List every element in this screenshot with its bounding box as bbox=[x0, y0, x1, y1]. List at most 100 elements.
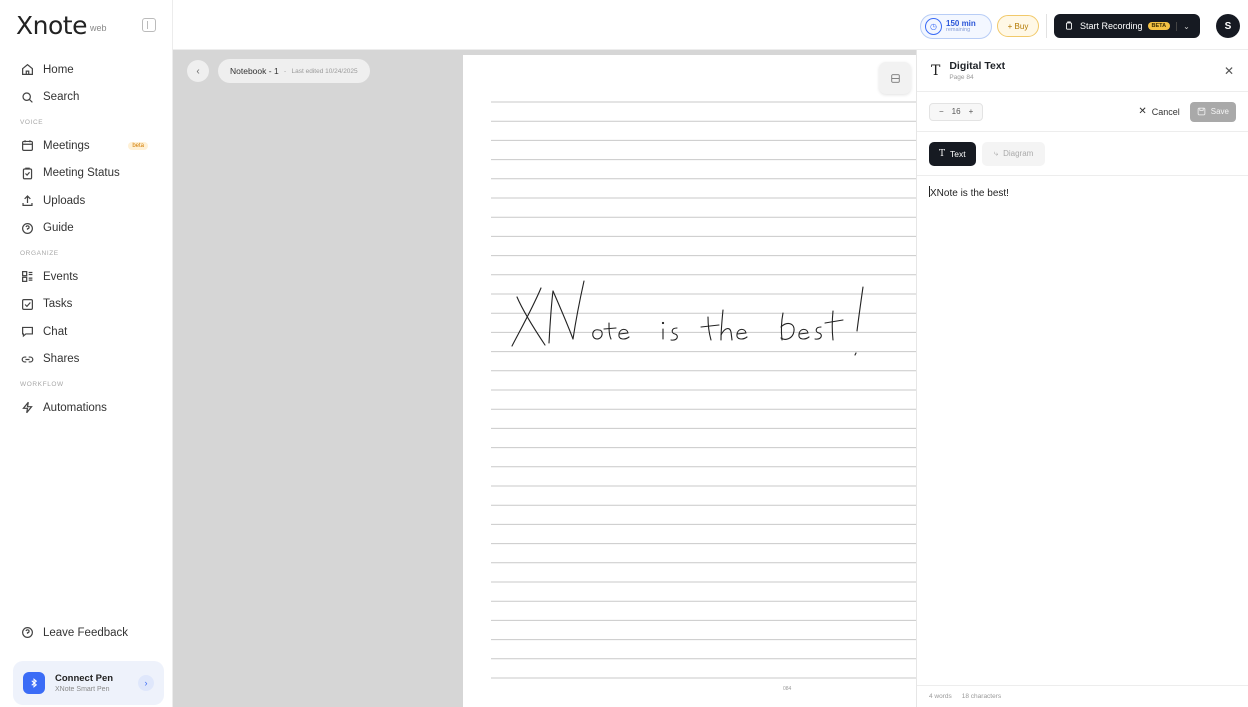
sidebar-item-events[interactable]: Events bbox=[0, 263, 172, 291]
section-workflow-label: WORKFLOW bbox=[20, 381, 64, 388]
character-count: 18 characters bbox=[961, 693, 1002, 700]
notebook-canvas: ‹ Notebook - 1 · Last edited 10/24/2025 bbox=[173, 50, 916, 707]
text-type-icon: T bbox=[931, 62, 941, 79]
divider bbox=[1046, 14, 1047, 38]
sidebar-item-tasks[interactable]: Tasks bbox=[0, 291, 172, 319]
tab-text-label: Text bbox=[950, 148, 966, 159]
connect-pen-text: Connect Pen XNote Smart Pen bbox=[55, 673, 113, 693]
digital-text-panel: T Digital Text Page 84 ✕ − 16 + ✕ Cancel… bbox=[916, 50, 1248, 707]
minutes-text: 150 min remaining bbox=[946, 19, 976, 34]
sidebar-item-meeting-status[interactable]: Meeting Status bbox=[0, 160, 172, 188]
panel-header: T Digital Text Page 84 ✕ bbox=[917, 50, 1248, 92]
sidebar-item-label: Meetings bbox=[43, 139, 90, 152]
leave-feedback-button[interactable]: Leave Feedback bbox=[0, 619, 173, 647]
connect-pen-subtitle: XNote Smart Pen bbox=[55, 686, 110, 693]
minutes-sub: remaining bbox=[946, 26, 971, 33]
connect-pen-button[interactable]: Connect Pen XNote Smart Pen › bbox=[13, 661, 164, 705]
text-editor[interactable]: XNote is the best! bbox=[917, 176, 1248, 209]
editor-content: XNote is the best! bbox=[930, 188, 1009, 199]
avatar[interactable]: S bbox=[1216, 14, 1240, 38]
cancel-label: Cancel bbox=[1151, 106, 1180, 117]
sidebar-item-chat[interactable]: Chat bbox=[0, 318, 172, 346]
sidebar-item-guide[interactable]: Guide bbox=[0, 215, 172, 243]
sidebar: Xnote web Home Search VOICE Meetings bet… bbox=[0, 0, 173, 707]
events-icon bbox=[20, 270, 34, 284]
panel-title: Digital Text bbox=[949, 60, 1006, 72]
tab-diagram-label: Diagram bbox=[1003, 149, 1034, 158]
page-tool-button[interactable] bbox=[879, 62, 911, 94]
sidebar-item-label: Guide bbox=[43, 222, 74, 235]
back-button[interactable]: ‹ bbox=[187, 60, 209, 82]
sidebar-item-label: Home bbox=[43, 63, 74, 76]
help-icon bbox=[20, 626, 34, 640]
minutes-remaining-pill[interactable]: ◷ 150 min remaining bbox=[920, 14, 992, 39]
save-label: Save bbox=[1210, 107, 1229, 116]
sidebar-item-label: Meeting Status bbox=[43, 167, 120, 180]
breadcrumb-separator: · bbox=[283, 66, 287, 76]
start-recording-button[interactable]: Start Recording BETA ⌄ bbox=[1054, 14, 1200, 38]
breadcrumb: Notebook - 1 · Last edited 10/24/2025 bbox=[218, 59, 370, 83]
calendar-icon bbox=[20, 139, 34, 153]
panel-tabs: T Text ⤷ Diagram bbox=[917, 132, 1248, 176]
panel-subtitle: Page 84 bbox=[949, 74, 974, 81]
app-logo[interactable]: Xnote bbox=[16, 11, 87, 40]
help-icon bbox=[20, 221, 34, 235]
sidebar-item-search[interactable]: Search bbox=[0, 84, 172, 112]
last-edited: Last edited 10/24/2025 bbox=[291, 67, 358, 75]
sidebar-nav: Home Search VOICE Meetings beta Meeting … bbox=[0, 50, 172, 422]
cancel-button[interactable]: ✕ Cancel bbox=[1138, 106, 1179, 117]
chevron-down-icon[interactable]: ⌄ bbox=[1176, 21, 1190, 31]
text-type-icon: T bbox=[939, 148, 946, 159]
save-icon bbox=[1197, 107, 1206, 116]
chevron-right-icon: › bbox=[138, 675, 154, 691]
logo-row: Xnote web bbox=[0, 0, 172, 50]
tab-diagram[interactable]: ⤷ Diagram bbox=[981, 141, 1046, 166]
upload-icon bbox=[20, 194, 34, 208]
mic-icon bbox=[1064, 21, 1074, 31]
close-icon[interactable]: ✕ bbox=[1224, 64, 1234, 78]
sidebar-item-meetings[interactable]: Meetings beta bbox=[0, 132, 172, 160]
sidebar-item-label: Shares bbox=[43, 353, 80, 366]
close-icon: ✕ bbox=[1138, 106, 1147, 117]
section-voice-label: VOICE bbox=[20, 119, 44, 126]
page-number: 084 bbox=[783, 686, 792, 692]
feedback-label: Leave Feedback bbox=[43, 626, 129, 639]
sidebar-item-label: Automations bbox=[43, 401, 107, 414]
font-size-stepper[interactable]: − 16 + bbox=[929, 102, 984, 121]
sidebar-item-label: Uploads bbox=[43, 194, 86, 207]
link-icon bbox=[20, 352, 34, 366]
sidebar-item-shares[interactable]: Shares bbox=[0, 346, 172, 374]
grid-icon bbox=[890, 73, 900, 83]
panel-toolbar: − 16 + ✕ Cancel Save bbox=[917, 92, 1248, 132]
sidebar-item-uploads[interactable]: Uploads bbox=[0, 187, 172, 215]
handwritten-text bbox=[511, 280, 864, 356]
notebook-title[interactable]: Notebook - 1 bbox=[230, 66, 279, 76]
connect-pen-title: Connect Pen bbox=[55, 673, 114, 684]
notebook-page[interactable]: 084 bbox=[463, 55, 916, 707]
beta-badge: beta bbox=[128, 141, 148, 150]
sidebar-item-label: Search bbox=[43, 91, 80, 104]
minus-icon[interactable]: − bbox=[935, 107, 948, 116]
top-bar: ◷ 150 min remaining + Buy Start Recordin… bbox=[173, 0, 1248, 50]
tab-text[interactable]: T Text bbox=[929, 141, 976, 166]
bolt-icon bbox=[20, 401, 34, 415]
sidebar-toggle-icon[interactable] bbox=[142, 18, 156, 32]
beta-badge: BETA bbox=[1147, 22, 1171, 30]
panel-title-group: Digital Text Page 84 bbox=[949, 60, 1005, 81]
sidebar-item-label: Chat bbox=[43, 325, 68, 338]
panel-footer: 4 words 18 characters bbox=[917, 685, 1248, 707]
sidebar-item-label: Tasks bbox=[43, 298, 73, 311]
bluetooth-icon bbox=[23, 672, 45, 694]
diagram-icon: ⤷ bbox=[993, 148, 999, 158]
plus-icon[interactable]: + bbox=[965, 107, 978, 116]
save-button[interactable]: Save bbox=[1189, 101, 1236, 122]
font-size-value: 16 bbox=[951, 107, 961, 116]
buy-button[interactable]: + Buy bbox=[997, 15, 1039, 37]
chat-icon bbox=[20, 325, 34, 339]
tasks-icon bbox=[20, 297, 34, 311]
sidebar-item-automations[interactable]: Automations bbox=[0, 394, 172, 422]
app-logo-sub: web bbox=[89, 23, 107, 33]
clipboard-icon bbox=[20, 166, 34, 180]
search-icon bbox=[20, 90, 34, 104]
sidebar-item-home[interactable]: Home bbox=[0, 56, 172, 84]
